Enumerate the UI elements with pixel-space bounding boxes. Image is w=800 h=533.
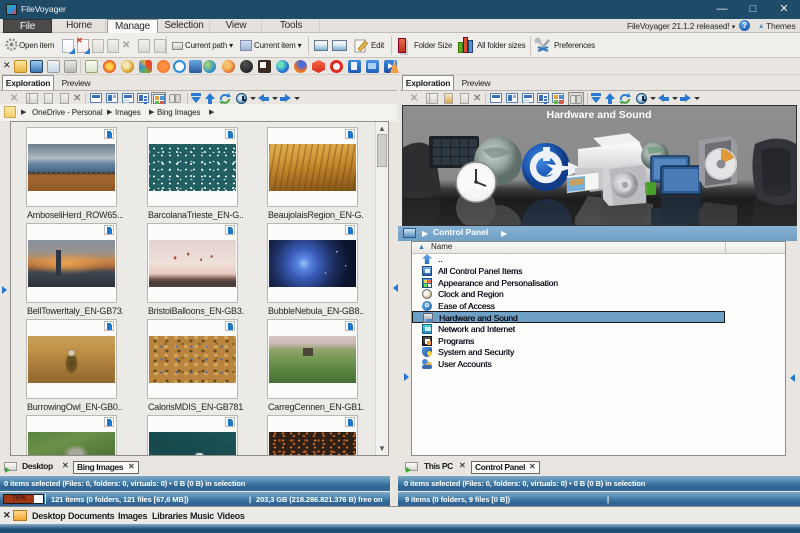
- svg-text:Hardware and Sound: Hardware and Sound: [546, 109, 651, 121]
